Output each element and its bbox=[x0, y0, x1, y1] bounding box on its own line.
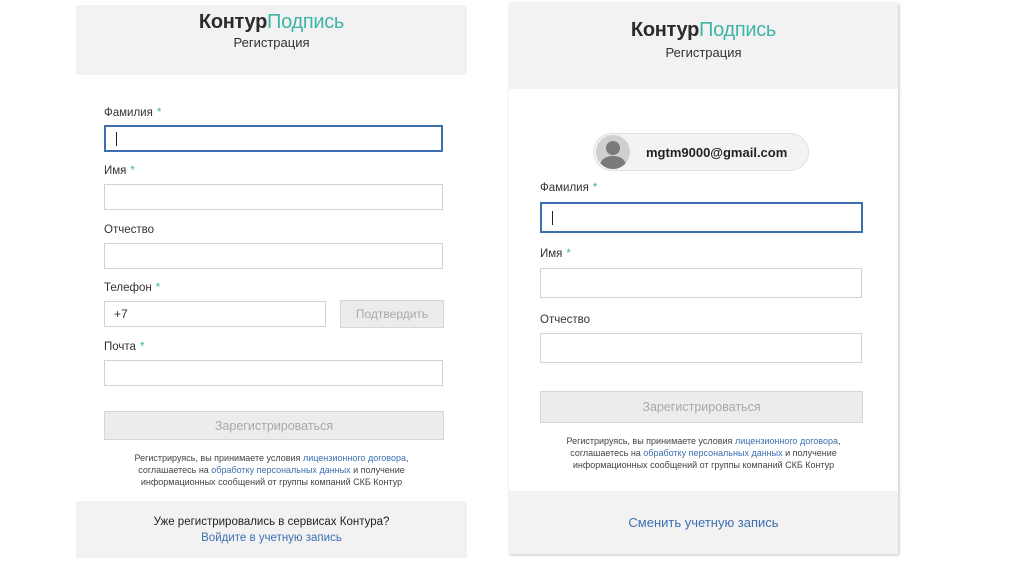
first-name-label: Имя * bbox=[540, 248, 571, 260]
last-name-label: Фамилия * bbox=[104, 107, 162, 119]
login-link[interactable]: Войдите в учетную запись bbox=[76, 532, 467, 544]
personal-data-link[interactable]: обработку персональных данных bbox=[211, 465, 350, 475]
license-agreement-link[interactable]: лицензионного договора bbox=[303, 453, 406, 463]
email-label: Почта * bbox=[104, 341, 145, 353]
user-silhouette-icon bbox=[596, 135, 630, 169]
last-name-input[interactable] bbox=[540, 202, 863, 233]
account-email: mgtm9000@gmail.com bbox=[646, 145, 788, 160]
text-caret bbox=[552, 210, 553, 225]
switch-account-footer: Сменить учетную запись bbox=[509, 491, 898, 554]
kontur-podpis-logo: КонтурПодпись bbox=[76, 11, 467, 34]
form-header: КонтурПодпись Регистрация bbox=[509, 3, 898, 89]
kontur-podpis-logo: КонтурПодпись bbox=[509, 19, 898, 42]
page-title: Регистрация bbox=[665, 45, 742, 60]
personal-data-link[interactable]: обработку персональных данных bbox=[643, 448, 782, 458]
first-name-label: Имя * bbox=[104, 165, 135, 177]
register-button[interactable]: Зарегистрироваться bbox=[104, 411, 444, 440]
register-button[interactable]: Зарегистрироваться bbox=[540, 391, 863, 423]
text-caret bbox=[116, 131, 117, 146]
license-agreement-link[interactable]: лицензионного договора bbox=[735, 436, 838, 446]
first-name-input[interactable] bbox=[104, 184, 443, 210]
confirm-phone-button[interactable]: Подтвердить bbox=[340, 300, 444, 328]
middle-name-input[interactable] bbox=[540, 333, 862, 363]
current-account-chip: mgtm9000@gmail.com bbox=[593, 133, 809, 171]
phone-label: Телефон * bbox=[104, 282, 161, 294]
form-header: КонтурПодпись Регистрация bbox=[76, 5, 467, 75]
middle-name-input[interactable] bbox=[104, 243, 443, 269]
login-footer: Уже регистрировались в сервисах Контура?… bbox=[76, 501, 467, 558]
middle-name-label: Отчество bbox=[104, 224, 154, 236]
first-name-input[interactable] bbox=[540, 268, 862, 298]
terms-text: Регистрируясь, вы принимаете условия лиц… bbox=[566, 436, 841, 470]
already-registered-text: Уже регистрировались в сервисах Контура? bbox=[153, 516, 390, 528]
logo-text-podpis: Подпись bbox=[267, 11, 345, 33]
phone-value: +7 bbox=[114, 307, 128, 321]
logo-text-kontur: Контур bbox=[198, 11, 267, 33]
phone-input[interactable]: +7 bbox=[104, 301, 326, 327]
page-title: Регистрация bbox=[233, 35, 310, 50]
switch-account-link[interactable]: Сменить учетную запись bbox=[509, 515, 898, 530]
last-name-label: Фамилия * bbox=[540, 182, 598, 194]
middle-name-label: Отчество bbox=[540, 314, 590, 326]
logo-text-podpis: Подпись bbox=[699, 19, 777, 41]
last-name-input[interactable] bbox=[104, 125, 443, 152]
registration-form-right: КонтурПодпись Регистрация mgtm9000@gmail… bbox=[509, 3, 898, 554]
email-input[interactable] bbox=[104, 360, 443, 386]
terms-text: Регистрируясь, вы принимаете условия лиц… bbox=[134, 453, 409, 487]
registration-form-left: КонтурПодпись Регистрация Фамилия * Имя * … bbox=[76, 5, 467, 558]
logo-text-kontur: Контур bbox=[630, 19, 699, 41]
